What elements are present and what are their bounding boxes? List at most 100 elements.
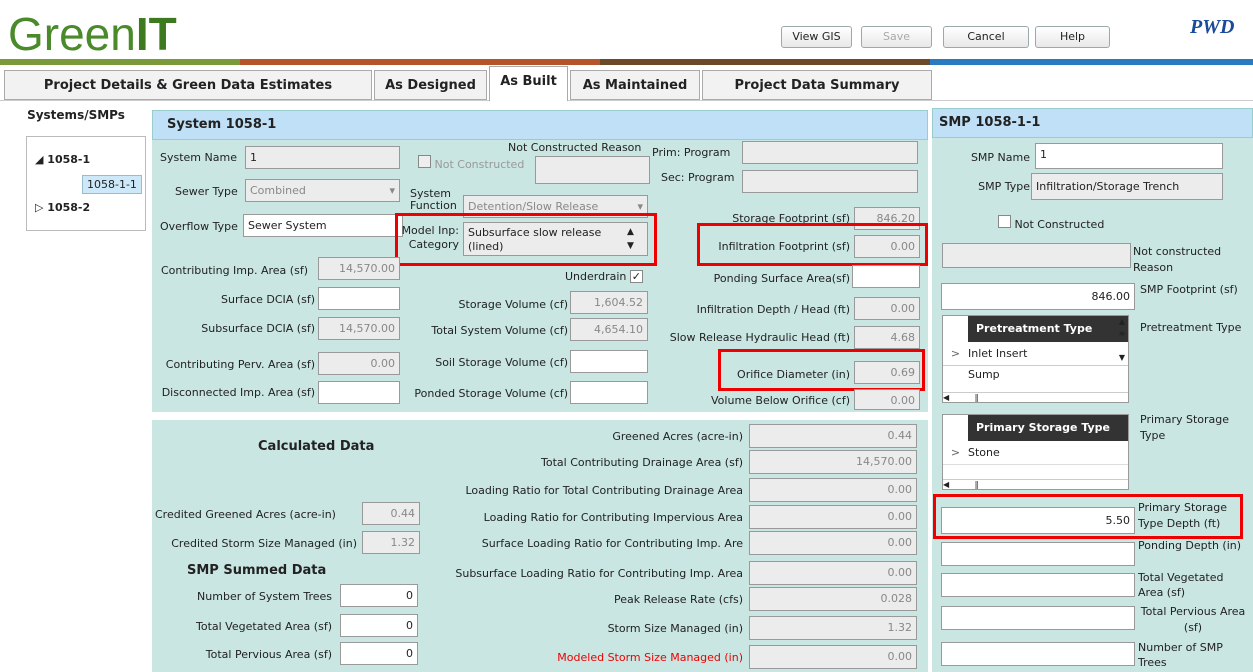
smp-not-constructed-checkbox[interactable]: Not Constructed xyxy=(998,215,1104,231)
underdrain-label: Underdrain ✓ xyxy=(565,270,643,283)
tab-as-designed[interactable]: As Designed xyxy=(374,70,487,100)
system-name-field[interactable]: 1 xyxy=(245,146,400,169)
total-system-volume-label: Total System Volume (cf) xyxy=(431,324,568,337)
tab-project-data-summary[interactable]: Project Data Summary xyxy=(702,70,932,100)
calc-row-value[interactable]: 0.00 xyxy=(749,478,917,502)
contributing-imp-area-field[interactable]: 14,570.00 xyxy=(318,257,400,280)
row-selector-icon: > xyxy=(950,446,961,459)
expanded-arrow-icon: ◢ xyxy=(35,153,48,166)
pretreatment-grid[interactable]: Pretreatment Type > Inlet Insert Sump ▲ ≡ ▼… xyxy=(942,315,1129,403)
disconnected-imp-area-field[interactable] xyxy=(318,381,400,404)
tab-project-details[interactable]: Project Details & Green Data Estimates xyxy=(4,70,372,100)
smp-type-label: SMP Type xyxy=(978,180,1030,193)
brand-bar-orange xyxy=(240,59,600,65)
calc-row-value[interactable]: 0.44 xyxy=(749,424,917,448)
subsurface-dcia-field[interactable]: 14,570.00 xyxy=(318,317,400,340)
primary-storage-type-label: Primary Storage Type xyxy=(1140,413,1230,442)
ponded-storage-volume-field[interactable] xyxy=(570,381,648,404)
total-pervious-area-field[interactable]: 0 xyxy=(340,642,418,665)
volume-below-orifice-label: Volume Below Orifice (cf) xyxy=(711,394,850,407)
credited-storm-size-label: Credited Storm Size Managed (in) xyxy=(171,537,357,550)
calc-row-value[interactable]: 0.028 xyxy=(749,587,917,611)
tab-as-maintained[interactable]: As Maintained xyxy=(570,70,700,100)
calc-row-label: Modeled Storm Size Managed (in) xyxy=(557,651,743,664)
not-constructed-reason-field[interactable] xyxy=(535,156,650,184)
infiltration-depth-field[interactable]: 0.00 xyxy=(854,297,920,320)
greenit-logo: GreenIT xyxy=(8,8,177,60)
volume-below-orifice-field[interactable]: 0.00 xyxy=(854,389,920,410)
number-of-system-trees-label: Number of System Trees xyxy=(197,590,332,603)
ponding-surface-area-field[interactable] xyxy=(852,265,920,288)
disconnected-imp-area-label: Disconnected Imp. Area (sf) xyxy=(161,386,315,399)
calc-row-value[interactable]: 1.32 xyxy=(749,616,917,640)
prim-program-field[interactable] xyxy=(742,141,918,164)
tree-node-1058-1[interactable]: ◢ 1058-1 xyxy=(35,153,90,166)
system-name-label: System Name xyxy=(160,151,237,164)
calc-row-label: Surface Loading Ratio for Contributing I… xyxy=(481,537,743,550)
sec-program-label: Sec: Program xyxy=(661,171,735,184)
calc-row-value[interactable]: 0.00 xyxy=(749,505,917,529)
overflow-type-field[interactable]: Sewer System xyxy=(243,214,403,237)
vertical-scrollbar[interactable]: ▲ ≡ ▼ xyxy=(1116,316,1128,402)
contributing-perv-area-field[interactable]: 0.00 xyxy=(318,352,400,375)
grid-row[interactable]: > Inlet Insert xyxy=(943,342,1128,366)
tab-as-built[interactable]: As Built xyxy=(489,66,568,101)
cancel-button[interactable]: Cancel xyxy=(943,26,1029,48)
smp-total-pervious-area-label: Total Pervious Area (sf) xyxy=(1140,605,1246,634)
surface-dcia-label: Surface DCIA (sf) xyxy=(220,293,315,306)
calc-row-label: Peak Release Rate (cfs) xyxy=(613,593,743,606)
credited-greened-acres-field[interactable]: 0.44 xyxy=(362,502,420,525)
smp-type-field[interactable]: Infiltration/Storage Trench xyxy=(1031,173,1223,200)
tree-node-1058-2[interactable]: ▷ 1058-2 xyxy=(35,201,90,214)
smp-number-of-trees-label: Number of SMP Trees xyxy=(1138,641,1223,669)
highlight-orifice-diameter xyxy=(718,349,925,391)
smp-footprint-label: SMP Footprint (sf) xyxy=(1140,283,1238,296)
storage-volume-field[interactable]: 1,604.52 xyxy=(570,291,648,314)
primary-storage-grid-header: Primary Storage Type xyxy=(968,415,1128,441)
soil-storage-volume-field[interactable] xyxy=(570,350,648,373)
smp-total-pervious-area-field[interactable] xyxy=(941,606,1135,630)
row-selector-icon: > xyxy=(950,347,961,360)
tree-node-1058-1-1[interactable]: 1058-1-1 xyxy=(82,175,142,194)
sec-program-field[interactable] xyxy=(742,170,918,193)
calc-row-value[interactable]: 0.00 xyxy=(749,561,917,585)
smp-number-of-trees-field[interactable] xyxy=(941,642,1135,666)
sewer-type-label: Sewer Type xyxy=(175,185,238,198)
view-gis-button[interactable]: View GIS xyxy=(781,26,852,48)
not-constructed-checkbox[interactable]: Not Constructed xyxy=(418,155,524,171)
smp-name-field[interactable]: 1 xyxy=(1035,143,1223,169)
total-vegetated-area-label: Total Vegetated Area (sf) xyxy=(196,620,332,633)
highlight-primary-storage-depth xyxy=(933,494,1243,539)
sewer-type-select[interactable]: Combined ▾ xyxy=(245,179,400,202)
calc-row-value[interactable]: 0.00 xyxy=(749,645,917,669)
calc-row-value[interactable]: 0.00 xyxy=(749,531,917,555)
storage-volume-label: Storage Volume (cf) xyxy=(458,298,568,311)
total-system-volume-field[interactable]: 4,654.10 xyxy=(570,318,648,341)
surface-dcia-field[interactable] xyxy=(318,287,400,310)
total-vegetated-area-field[interactable]: 0 xyxy=(340,614,418,637)
smp-footprint-field[interactable]: 846.00 xyxy=(941,283,1135,310)
number-of-system-trees-field[interactable]: 0 xyxy=(340,584,418,607)
credited-storm-size-field[interactable]: 1.32 xyxy=(362,531,420,554)
prim-program-label: Prim: Program xyxy=(652,146,731,159)
slow-release-head-field[interactable]: 4.68 xyxy=(854,326,920,349)
ponding-depth-field[interactable] xyxy=(941,542,1135,566)
help-button[interactable]: Help xyxy=(1035,26,1110,48)
horizontal-scrollbar[interactable]: ◀ ‖ xyxy=(943,392,1128,402)
grid-row[interactable]: > Stone xyxy=(943,441,1128,465)
slow-release-head-label: Slow Release Hydraulic Head (ft) xyxy=(669,331,850,344)
calc-row-value[interactable]: 14,570.00 xyxy=(749,450,917,474)
pretreatment-grid-header: Pretreatment Type xyxy=(968,316,1128,342)
calc-row-label: Subsurface Loading Ratio for Contributin… xyxy=(455,567,743,580)
pwd-logo: PWD xyxy=(1190,16,1235,38)
underdrain-checkbox[interactable]: ✓ xyxy=(629,270,643,283)
smp-name-label: SMP Name xyxy=(970,151,1030,164)
save-button[interactable]: Save xyxy=(861,26,932,48)
tree-title: Systems/SMPs xyxy=(27,108,125,122)
grid-row[interactable]: Sump xyxy=(943,366,1128,382)
smp-total-vegetated-area-field[interactable] xyxy=(941,573,1135,597)
primary-storage-grid[interactable]: Primary Storage Type > Stone ◀ ‖ xyxy=(942,414,1129,490)
smp-summed-data-title: SMP Summed Data xyxy=(187,563,327,578)
smp-not-constructed-reason-field[interactable] xyxy=(942,243,1131,268)
horizontal-scrollbar[interactable]: ◀ ‖ xyxy=(943,479,1128,489)
